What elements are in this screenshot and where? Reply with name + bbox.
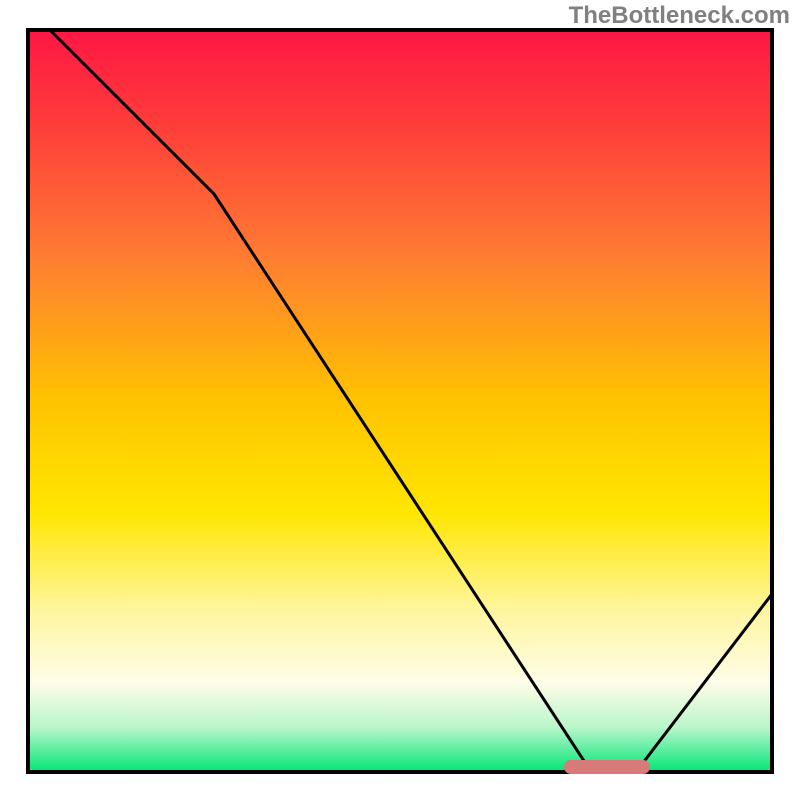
- watermark-text: TheBottleneck.com: [569, 2, 790, 30]
- plot-background: [28, 30, 772, 772]
- optimal-range-marker: [564, 760, 650, 774]
- chart-container: TheBottleneck.com: [0, 0, 800, 800]
- bottleneck-chart: [0, 0, 800, 800]
